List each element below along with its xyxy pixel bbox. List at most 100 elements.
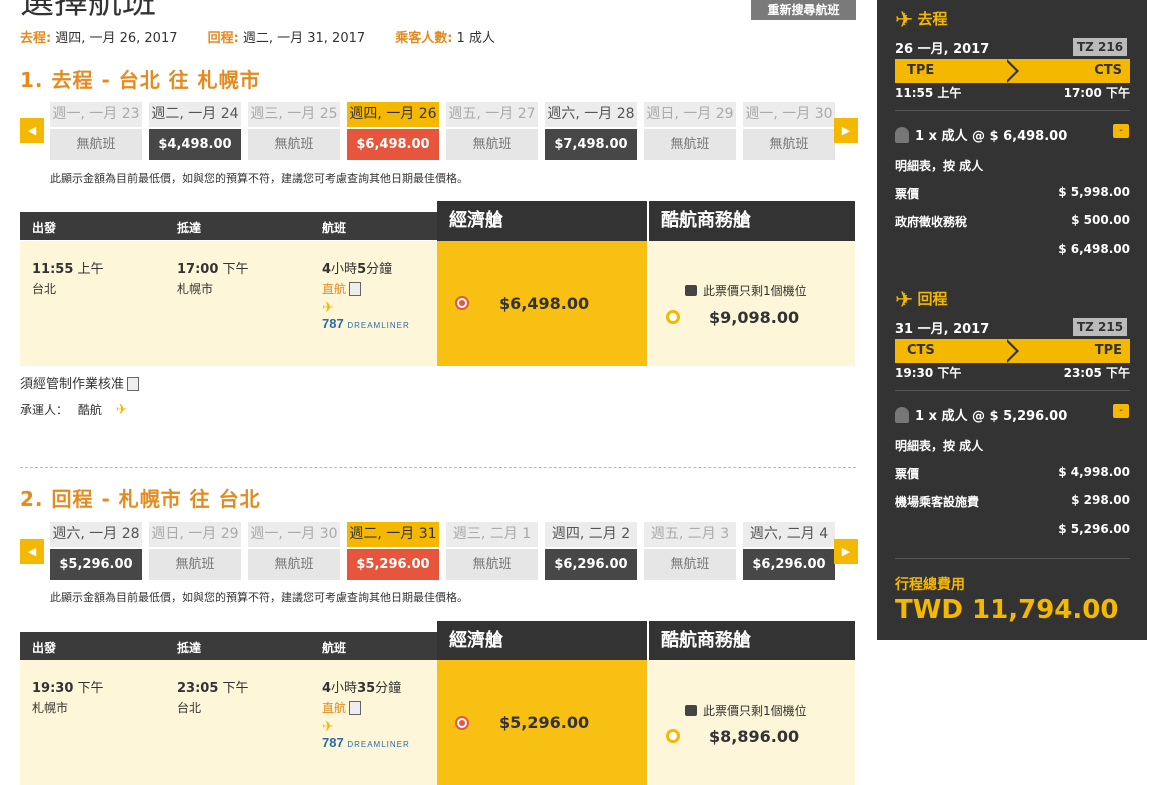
date-option-price: 無航班 xyxy=(644,549,736,580)
business-price: $9,098.00 xyxy=(709,308,800,327)
date-option-price: $5,296.00 xyxy=(347,549,439,580)
return-section-title: 2. 回程 - 札幌市 往 台北 xyxy=(20,487,261,511)
economy-radio-selected[interactable] xyxy=(455,296,469,310)
dreamliner-logo: 787 DREAMLINER xyxy=(322,735,410,750)
arr-time: 23:05 xyxy=(177,681,219,696)
economy-price: $5,296.00 xyxy=(499,713,590,732)
economy-radio-selected[interactable] xyxy=(455,716,469,730)
outbound-economy-fare[interactable]: $6,498.00 xyxy=(437,241,647,366)
search-summary: 去程: 週四, 一月 26, 2017 回程: 週二, 一月 31, 2017 乘客… xyxy=(20,27,521,46)
business-radio[interactable] xyxy=(666,729,680,743)
date-option-price: 無航班 xyxy=(50,129,142,160)
outbound-table-header: 出發 抵達 航班 xyxy=(20,212,437,240)
outbound-date-option[interactable]: 週三, 一月 25 無航班 xyxy=(248,102,340,162)
date-option-price: 無航班 xyxy=(644,129,736,160)
col-depart: 出發 xyxy=(32,641,57,655)
plane-icon: ✈ xyxy=(322,300,334,316)
outbound-business-fare[interactable]: 此票價只剩1個機位 $9,098.00 xyxy=(649,241,855,366)
separator xyxy=(895,558,1130,559)
return-flight-row: 19:30 下午 札幌市 23:05 下午 台北 4小時35分鐘 直航 ✈ 78… xyxy=(20,660,437,785)
inbound-date-option[interactable]: 週日, 一月 29 無航班 xyxy=(149,522,241,582)
business-cabin-header: 酷航商務艙 xyxy=(649,621,855,661)
collapse-toggle-button[interactable]: - xyxy=(1113,124,1129,138)
chevron-left-icon: ◀ xyxy=(27,124,37,137)
dreamliner-logo: 787 DREAMLINER xyxy=(322,316,410,331)
outbound-date: 週四, 一月 26, 2017 xyxy=(55,31,178,46)
route-bar: TPE CTS xyxy=(895,59,1130,83)
outbound-date-option[interactable]: 週六, 一月 28 $7,498.00 xyxy=(545,102,637,162)
business-radio[interactable] xyxy=(666,310,680,324)
date-option-price: $6,296.00 xyxy=(743,549,835,580)
outbound-date-option[interactable]: 週五, 一月 27 無航班 xyxy=(446,102,538,162)
plane-icon: ✈ xyxy=(895,8,914,33)
document-icon[interactable] xyxy=(349,701,362,715)
date-option-price: $7,498.00 xyxy=(545,129,637,160)
return-economy-fare[interactable]: $5,296.00 xyxy=(437,660,647,785)
date-option-price: $6,296.00 xyxy=(545,549,637,580)
plane-icon: ✈ xyxy=(895,288,914,313)
separator xyxy=(895,390,1130,391)
inbound-date-option[interactable]: 週四, 二月 2 $6,296.00 xyxy=(545,522,637,582)
direct-flight-label: 直航 xyxy=(322,282,347,296)
pax-label: 乘客人數: xyxy=(395,31,453,46)
economy-cabin-header: 經濟艙 xyxy=(437,201,647,241)
dep-time: 19:30 xyxy=(32,681,74,696)
return-label: 回程: xyxy=(207,31,239,46)
seats-left-note: 此票價只剩1個機位 xyxy=(703,704,807,718)
arr-time: 17:00 xyxy=(177,262,219,277)
approval-note: 須經管制作業核准 xyxy=(20,377,125,392)
inbound-date-option[interactable]: 週二, 一月 31 $5,296.00 xyxy=(347,522,439,582)
date-option-day: 週一, 一月 23 xyxy=(50,102,142,127)
outbound-date-option[interactable]: 週一, 一月 30 無航班 xyxy=(743,102,835,162)
direct-flight-label: 直航 xyxy=(322,701,347,715)
return-next-dates-button[interactable]: ▶ xyxy=(834,539,858,564)
date-option-price: $6,498.00 xyxy=(347,129,439,160)
inbound-date-option[interactable]: 週六, 二月 4 $6,296.00 xyxy=(743,522,835,582)
new-search-button[interactable]: 重新搜尋航班 xyxy=(751,0,856,20)
date-option-day: 週日, 一月 29 xyxy=(644,102,736,127)
business-price: $8,896.00 xyxy=(709,727,800,746)
inbound-date-option[interactable]: 週六, 一月 28 $5,296.00 xyxy=(50,522,142,582)
date-option-price: $5,296.00 xyxy=(50,549,142,580)
pax-count: 1 成人 xyxy=(456,31,495,46)
sidebar-outbound-heading: 去程 xyxy=(917,10,948,28)
document-icon[interactable] xyxy=(349,282,362,296)
outbound-date-option[interactable]: 週四, 一月 26 $6,498.00 xyxy=(347,102,439,162)
sidebar-dep-time: 19:30 下午 xyxy=(895,366,962,380)
arr-ampm: 下午 xyxy=(222,262,249,277)
date-option-day: 週日, 一月 29 xyxy=(149,522,241,547)
document-icon[interactable] xyxy=(127,377,140,391)
seats-left-note: 此票價只剩1個機位 xyxy=(703,284,807,298)
booking-summary-sidebar: ✈ 去程 26 一月, 2017 TZ 216 TPE CTS 11:55 上午 … xyxy=(877,0,1147,640)
dep-ampm: 上午 xyxy=(77,262,104,277)
return-table-header: 出發 抵達 航班 xyxy=(20,632,437,660)
outbound-date-option[interactable]: 週一, 一月 23 無航班 xyxy=(50,102,142,162)
duration: 4小時5分鐘 xyxy=(322,262,393,277)
inbound-date-option[interactable]: 週三, 二月 1 無航班 xyxy=(446,522,538,582)
sidebar-arr-time: 23:05 下午 xyxy=(1063,366,1130,380)
chevron-right-icon: ▶ xyxy=(841,545,851,558)
outbound-section-title: 1. 去程 - 台北 往 札幌市 xyxy=(20,68,261,92)
return-prev-dates-button[interactable]: ◀ xyxy=(20,539,44,564)
breakdown-title: 明細表，按 成人 xyxy=(895,439,984,453)
price-note: 此顯示金額為目前最低價，如與您的預算不符，建議您可考慮查詢其他日期最佳價格。 xyxy=(50,591,468,604)
date-option-day: 週六, 一月 28 xyxy=(545,102,637,127)
dep-time: 11:55 xyxy=(32,262,74,277)
outbound-date-option[interactable]: 週二, 一月 24 $4,498.00 xyxy=(149,102,241,162)
date-option-day: 週三, 二月 1 xyxy=(446,522,538,547)
return-business-fare[interactable]: 此票價只剩1個機位 $8,896.00 xyxy=(649,660,855,785)
economy-price: $6,498.00 xyxy=(499,294,590,313)
inbound-date-option[interactable]: 週五, 二月 3 無航班 xyxy=(644,522,736,582)
outbound-prev-dates-button[interactable]: ◀ xyxy=(20,118,44,143)
collapse-toggle-button[interactable]: - xyxy=(1113,404,1129,418)
fare-row: 票價 $ 4,998.00 xyxy=(895,465,1130,481)
outbound-date-option[interactable]: 週日, 一月 29 無航班 xyxy=(644,102,736,162)
outbound-next-dates-button[interactable]: ▶ xyxy=(834,118,858,143)
date-option-price: 無航班 xyxy=(743,129,835,160)
inbound-date-option[interactable]: 週一, 一月 30 無航班 xyxy=(248,522,340,582)
section-divider xyxy=(20,467,856,468)
date-option-day: 週二, 一月 31 xyxy=(347,522,439,547)
dep-ampm: 下午 xyxy=(77,681,104,696)
date-option-day: 週四, 二月 2 xyxy=(545,522,637,547)
price-note: 此顯示金額為目前最低價，如與您的預算不符，建議您可考慮查詢其他日期最佳價格。 xyxy=(50,172,468,185)
